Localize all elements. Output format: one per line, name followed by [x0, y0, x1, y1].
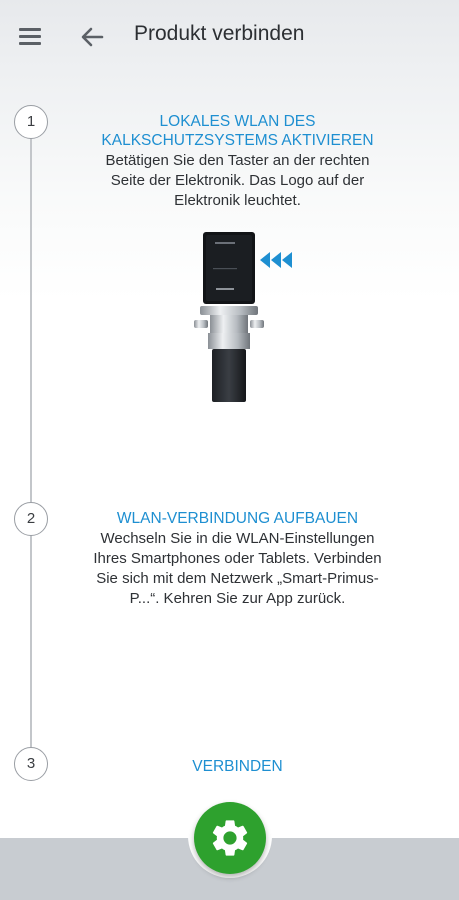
menu-icon-bar: [19, 42, 41, 45]
step-1-number: 1: [14, 105, 48, 139]
step-2-number: 2: [14, 502, 48, 536]
step-2-text-line-3: Sie sich mit dem Netzwerk „Smart-Primus-: [96, 570, 379, 587]
step-1-text-line-1: Betätigen Sie den Taster an der rechten: [105, 152, 370, 169]
app-bar: Produkt verbinden: [0, 0, 459, 72]
settings-fab-button[interactable]: [194, 802, 266, 874]
gear-icon: [212, 820, 248, 856]
back-button[interactable]: [76, 20, 110, 54]
page-title: Produkt verbinden: [134, 22, 305, 45]
step-1-text-line-2: Seite der Elektronik. Das Logo auf der: [110, 172, 365, 189]
step-2-description: Wechseln Sie in die WLAN-Einstellungen I…: [60, 529, 415, 609]
step-2-title: WLAN-VERBINDUNG AUFBAUEN: [116, 510, 359, 527]
step-3-number: 3: [14, 747, 48, 781]
step-1-title: LOKALES WLAN DES KALKSCHUTZSYSTEMS AKTIV…: [60, 112, 415, 150]
step-timeline-line: [30, 124, 32, 764]
step-2-text-line-2: Ihres Smartphones oder Tablets. Verbinde…: [93, 550, 382, 567]
app-screen: Produkt verbinden 1 LOKALES WLAN DES KAL…: [0, 0, 459, 900]
menu-icon-bar: [19, 35, 41, 38]
connect-link[interactable]: VERBINDEN: [60, 758, 415, 776]
step-1-title-line-1: LOKALES WLAN DES: [159, 113, 316, 130]
step-2-text-line-1: Wechseln Sie in die WLAN-Einstellungen: [100, 530, 375, 547]
menu-icon: [19, 28, 41, 31]
water-treatment-device-image: [194, 232, 292, 402]
step-1-text-line-3: Elektronik leuchtet.: [174, 192, 301, 209]
step-1-description: Betätigen Sie den Taster an der rechten …: [60, 151, 415, 211]
menu-button[interactable]: [14, 22, 50, 52]
step-2-text-line-4: P...“. Kehren Sie zur App zurück.: [129, 590, 346, 607]
step-1-title-line-2: KALKSCHUTZSYSTEMS AKTIVIEREN: [101, 132, 374, 149]
arrow-left-icon: [81, 27, 104, 47]
